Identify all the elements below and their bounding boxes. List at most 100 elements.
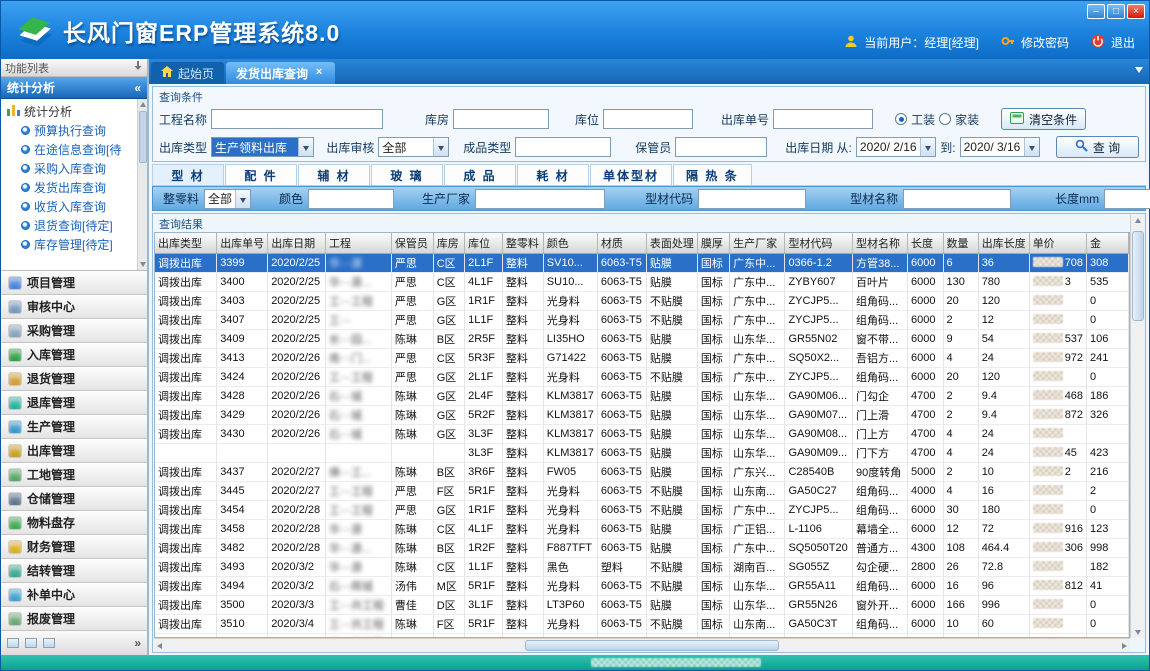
sidebar-module-carryover-management[interactable]: 结转管理: [1, 559, 147, 583]
table-row[interactable]: 调拨出库34072020/2/25工⋯严思G区1L1F整料光身料6063-T5不…: [155, 310, 1129, 329]
radio-work-install[interactable]: [895, 113, 907, 125]
column-header[interactable]: 出库日期: [268, 233, 326, 253]
table-row[interactable]: 调拨出库34242020/2/26工⋯工程严思G区2L1F整料光身料6063-T…: [155, 367, 1129, 386]
sidebar-module-site-management[interactable]: 工地管理: [1, 463, 147, 487]
table-row[interactable]: 调拨出库33992020/2/25华⋯源严思C区2L1F整料SV10...606…: [155, 253, 1129, 272]
clear-conditions-button[interactable]: 清空条件: [1001, 108, 1086, 130]
column-header[interactable]: 整零料: [502, 233, 543, 253]
tree-item[interactable]: 采购入库查询: [7, 159, 147, 178]
scroll-right-arrow[interactable]: [1122, 643, 1127, 649]
outbound-type-select[interactable]: 生产领料出库: [211, 137, 314, 157]
table-row[interactable]: 调拨出库34132020/2/26南⋯门...严思C区5R3F整料G714226…: [155, 348, 1129, 367]
close-button[interactable]: ×: [1127, 4, 1145, 19]
table-row[interactable]: 调拨出库34092020/2/25长⋯园...陈琳B区2R5F整料LI35HO6…: [155, 329, 1129, 348]
chart-icon[interactable]: [43, 638, 55, 648]
warehouse-input[interactable]: [453, 109, 549, 129]
product-type-input[interactable]: [515, 137, 611, 157]
table-row[interactable]: 调拨出库34302020/2/26石⋯城陈琳G区3L3F整料KLM3817606…: [155, 424, 1129, 443]
sidebar-module-inbound-management[interactable]: 入库管理: [1, 343, 147, 367]
tree-scrollbar[interactable]: [137, 99, 147, 270]
material-tab-profile[interactable]: 型 材: [152, 164, 224, 185]
more-modules-chevron[interactable]: »: [134, 636, 141, 650]
sidebar-module-outbound-management[interactable]: 出库管理: [1, 439, 147, 463]
column-header[interactable]: 材质: [597, 233, 646, 253]
table-row[interactable]: 调拨出库34452020/2/27工⋯工程严思F区5R1F整料光身料6063-T…: [155, 481, 1129, 500]
scrollbar-thumb[interactable]: [139, 111, 147, 163]
tab-start-page[interactable]: 起始页: [151, 62, 224, 84]
tab-close-icon[interactable]: [313, 67, 325, 79]
folder-icon[interactable]: [25, 638, 37, 648]
profile-name-input[interactable]: [903, 189, 1011, 209]
column-header[interactable]: 型材代码: [785, 233, 853, 253]
keeper-input[interactable]: [675, 137, 767, 157]
column-header[interactable]: 出库单号: [217, 233, 268, 253]
table-row[interactable]: 调拨出库34942020/3/2石⋯辉城汤伟M区5R1F整料光身料6063-T5…: [155, 576, 1129, 595]
sidebar-module-scrap-management[interactable]: 报废管理: [1, 607, 147, 631]
column-header[interactable]: 数量: [943, 233, 978, 253]
material-tab-finished-product[interactable]: 成 品: [444, 164, 516, 185]
column-header[interactable]: 工程: [326, 233, 392, 253]
whole-piece-select[interactable]: 全部: [204, 189, 251, 209]
column-header[interactable]: 膜厚: [697, 233, 729, 253]
profile-code-input[interactable]: [698, 189, 806, 209]
sidebar-module-purchase-management[interactable]: 采购管理: [1, 319, 147, 343]
location-input[interactable]: [603, 109, 693, 129]
column-header[interactable]: 生产厂家: [730, 233, 785, 253]
tree-root[interactable]: 统计分析: [7, 102, 147, 121]
color-input[interactable]: [308, 189, 394, 209]
tree-item[interactable]: 在途信息查询[待: [7, 140, 147, 159]
sidebar-module-return-warehouse-management[interactable]: 退库管理: [1, 391, 147, 415]
scroll-down-arrow[interactable]: [140, 262, 146, 267]
material-tab-glass[interactable]: 玻 璃: [371, 164, 443, 185]
table-row[interactable]: 3L3F整料KLM38176063-T5贴膜国标山东华...GA90M09...…: [155, 443, 1129, 462]
sidebar-section-stats[interactable]: 统计分析: [1, 77, 147, 99]
table-row[interactable]: 调拨出库34822020/2/28华⋯源...陈琳B区1R2F整料F887TFT…: [155, 538, 1129, 557]
project-name-input[interactable]: [211, 109, 383, 129]
search-button[interactable]: 查 询: [1056, 136, 1139, 158]
sidebar-module-inventory-count[interactable]: 物料盘存: [1, 511, 147, 535]
table-row[interactable]: 调拨出库34932020/3/2华⋯源陈琳C区1L1F整料黑色塑料不贴膜国标湖南…: [155, 557, 1129, 576]
tree-item[interactable]: 库存管理[待定]: [7, 235, 147, 254]
sidebar-module-return-goods-management[interactable]: 退货管理: [1, 367, 147, 391]
audit-select[interactable]: 全部: [378, 137, 449, 157]
table-row[interactable]: 调拨出库34292020/2/26石⋯城陈琳G区5R2F整料KLM3817606…: [155, 405, 1129, 424]
scrollbar-thumb[interactable]: [1132, 231, 1144, 321]
sidebar-module-project-management[interactable]: 项目管理: [1, 271, 147, 295]
date-from-picker[interactable]: 2020/ 2/16: [856, 137, 936, 157]
date-to-picker[interactable]: 2020/ 3/16: [960, 137, 1040, 157]
material-tab-single-profile[interactable]: 单体型材: [590, 164, 672, 185]
table-row[interactable]: 调拨出库34282020/2/26石⋯城陈琳G区2L4F整料KLM3817606…: [155, 386, 1129, 405]
column-header[interactable]: 库房: [433, 233, 464, 253]
length-input[interactable]: [1104, 189, 1150, 209]
column-header[interactable]: 库位: [465, 233, 503, 253]
column-header[interactable]: 保管员: [391, 233, 433, 253]
scroll-up-arrow[interactable]: [140, 102, 146, 107]
column-header[interactable]: 金: [1087, 233, 1129, 253]
order-no-input[interactable]: [773, 109, 873, 129]
scrollbar-thumb[interactable]: [525, 640, 779, 651]
column-header[interactable]: 单价: [1029, 233, 1086, 253]
column-header[interactable]: 出库类型: [155, 233, 217, 253]
material-tab-consumables[interactable]: 耗 材: [517, 164, 589, 185]
table-row[interactable]: 调拨出库35102020/3/4工⋯共工程陈琳F区5R1F整料光身料6063-T…: [155, 614, 1129, 633]
scroll-left-arrow[interactable]: [157, 643, 162, 649]
scroll-down-arrow[interactable]: [1135, 630, 1141, 635]
sidebar-module-supplement-center[interactable]: 补单中心: [1, 583, 147, 607]
collapse-icon[interactable]: [134, 81, 141, 95]
table-row[interactable]: 调拨出库34542020/2/28工⋯工程严思G区1R1F整料光身料6063-T…: [155, 500, 1129, 519]
horizontal-scrollbar[interactable]: [154, 638, 1130, 652]
tree-item[interactable]: 收货入库查询: [7, 197, 147, 216]
tree-item[interactable]: 预算执行查询: [7, 121, 147, 140]
tab-overflow-arrow-icon[interactable]: [1135, 67, 1143, 73]
table-row[interactable]: 调拨出库35002020/3/3工⋯共工程曹佳D区3L1F整料LT3P60606…: [155, 595, 1129, 614]
change-password-link[interactable]: 修改密码: [1021, 34, 1069, 51]
table-row[interactable]: 调拨出库34582020/2/28华⋯源陈琳C区4L1F整料光身料6063-T5…: [155, 519, 1129, 538]
scroll-up-arrow[interactable]: [1135, 218, 1141, 223]
column-header[interactable]: 型材名称: [852, 233, 907, 253]
manufacturer-input[interactable]: [475, 189, 605, 209]
column-header[interactable]: 出库长度: [978, 233, 1029, 253]
minimize-button[interactable]: –: [1087, 4, 1105, 19]
sidebar-module-audit-center[interactable]: 审核中心: [1, 295, 147, 319]
tab-outbound-query[interactable]: 发货出库查询: [226, 62, 335, 84]
pin-icon[interactable]: [133, 61, 143, 74]
